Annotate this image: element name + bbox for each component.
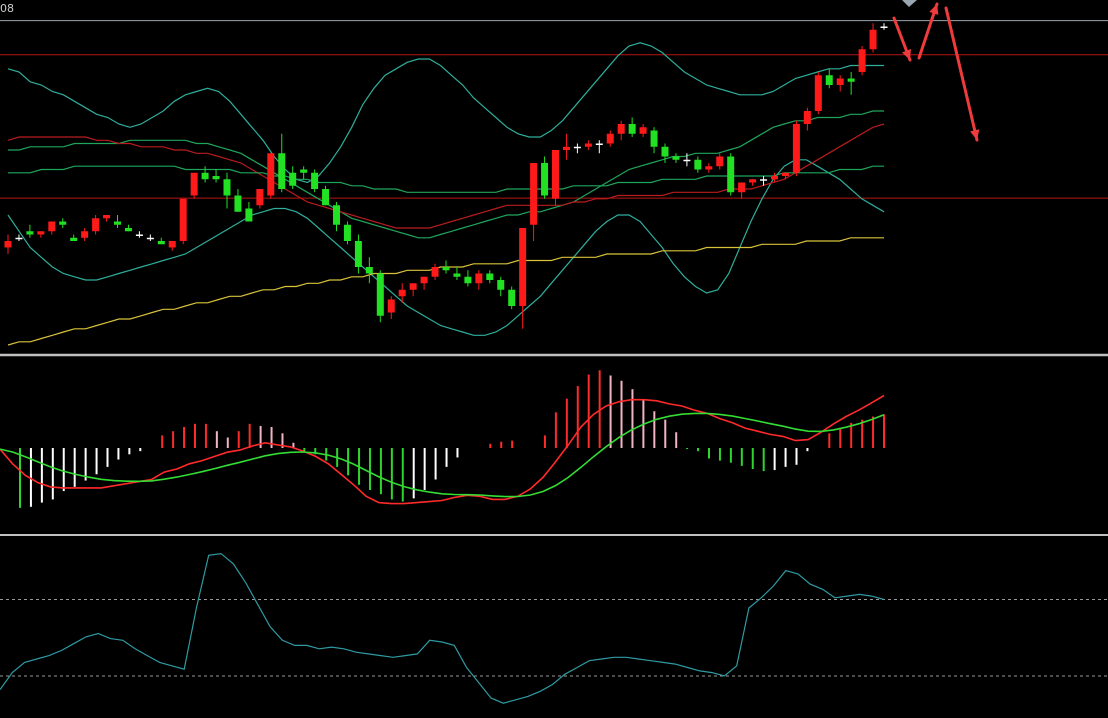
candle-body-23: [256, 189, 264, 206]
candle-body-77: [847, 78, 855, 82]
candle-body-44: [486, 273, 494, 280]
candle-body-4: [48, 221, 56, 232]
candle-body-8: [92, 218, 100, 232]
candle-body-52: [573, 146, 581, 149]
candle-body-16: [179, 198, 187, 241]
candle-body-25: [278, 153, 286, 189]
candle-body-19: [212, 176, 220, 180]
candle-body-47: [519, 228, 527, 306]
candle-body-13: [146, 237, 154, 240]
candle-body-76: [836, 78, 844, 85]
candle-body-66: [727, 156, 735, 193]
candle-body-24: [267, 153, 275, 196]
candle-body-58: [639, 127, 647, 134]
candle-body-1: [15, 237, 23, 240]
candle-body-36: [398, 289, 406, 297]
candle-body-59: [650, 130, 658, 147]
candle-body-65: [716, 156, 724, 167]
candle-body-12: [135, 234, 143, 236]
candle-body-22: [245, 208, 253, 222]
top-marker-icon: [902, 0, 917, 7]
candle-body-11: [124, 228, 132, 232]
candle-body-38: [420, 276, 428, 284]
candle-body-34: [376, 273, 384, 316]
oscillator-line: [0, 552, 885, 704]
candle-body-78: [858, 49, 866, 72]
candle-body-43: [475, 273, 483, 284]
candle-body-63: [694, 159, 702, 170]
overlay-bollinger_upper: [7, 42, 884, 184]
overlay-ma_yellow: [7, 237, 884, 346]
candle-body-80: [880, 26, 888, 28]
candle-body-0: [4, 241, 12, 248]
candle-body-21: [234, 195, 242, 212]
macd-dif-line: [0, 394, 885, 505]
candle-body-73: [803, 111, 811, 124]
candle-body-7: [81, 231, 89, 238]
candle-body-60: [661, 146, 669, 157]
candle-body-41: [453, 273, 461, 277]
candle-body-57: [628, 124, 636, 134]
candle-body-20: [223, 179, 231, 196]
candle-body-27: [300, 169, 308, 173]
candle-body-56: [617, 124, 625, 134]
candle-body-15: [168, 241, 176, 248]
candle-body-74: [814, 75, 822, 111]
candle-body-5: [59, 221, 67, 225]
candle-body-26: [289, 172, 297, 186]
candle-body-31: [343, 224, 351, 241]
candle-body-33: [365, 267, 373, 274]
stock-chart-svg: [0, 0, 1108, 704]
candle-body-29: [322, 189, 330, 206]
candle-body-28: [311, 172, 319, 189]
macd-dea-line: [0, 412, 885, 498]
candle-body-46: [508, 289, 516, 306]
candle-body-37: [409, 283, 417, 290]
candle-body-64: [705, 166, 713, 170]
candle-body-70: [771, 176, 778, 180]
candle-body-68: [749, 179, 757, 183]
candle-body-61: [672, 156, 680, 160]
candle-body-50: [552, 150, 559, 199]
candle-body-67: [738, 182, 746, 193]
candle-body-42: [464, 276, 472, 284]
candle-body-10: [114, 221, 121, 225]
candle-body-75: [825, 75, 833, 85]
candle-body-48: [530, 163, 538, 225]
candle-body-6: [70, 237, 78, 241]
candle-body-62: [683, 159, 691, 162]
candle-body-3: [37, 231, 45, 235]
candle-body-17: [190, 172, 198, 196]
candle-body-55: [606, 133, 614, 144]
annotation-arrow-down-2: [944, 6, 979, 142]
chart-root: 08: [0, 0, 1108, 714]
candle-body-45: [497, 280, 505, 290]
corner-price-label: 08: [0, 2, 14, 15]
candle-body-72: [792, 124, 800, 173]
candle-body-49: [541, 163, 549, 196]
candle-body-54: [595, 143, 603, 145]
candle-body-32: [354, 241, 362, 267]
candle-body-39: [431, 267, 439, 277]
candle-body-18: [201, 172, 209, 180]
candle-body-71: [781, 172, 789, 176]
candle-body-9: [103, 215, 111, 219]
annotation-arrow-up-head: [929, 4, 939, 15]
candle-body-69: [760, 179, 768, 181]
candle-body-51: [562, 146, 570, 150]
candle-body-35: [387, 299, 395, 313]
candle-body-79: [869, 29, 877, 50]
candle-body-30: [333, 205, 340, 225]
candle-body-14: [157, 241, 165, 245]
candle-body-53: [584, 143, 592, 147]
candle-body-40: [442, 267, 450, 271]
candle-body-2: [26, 231, 34, 235]
